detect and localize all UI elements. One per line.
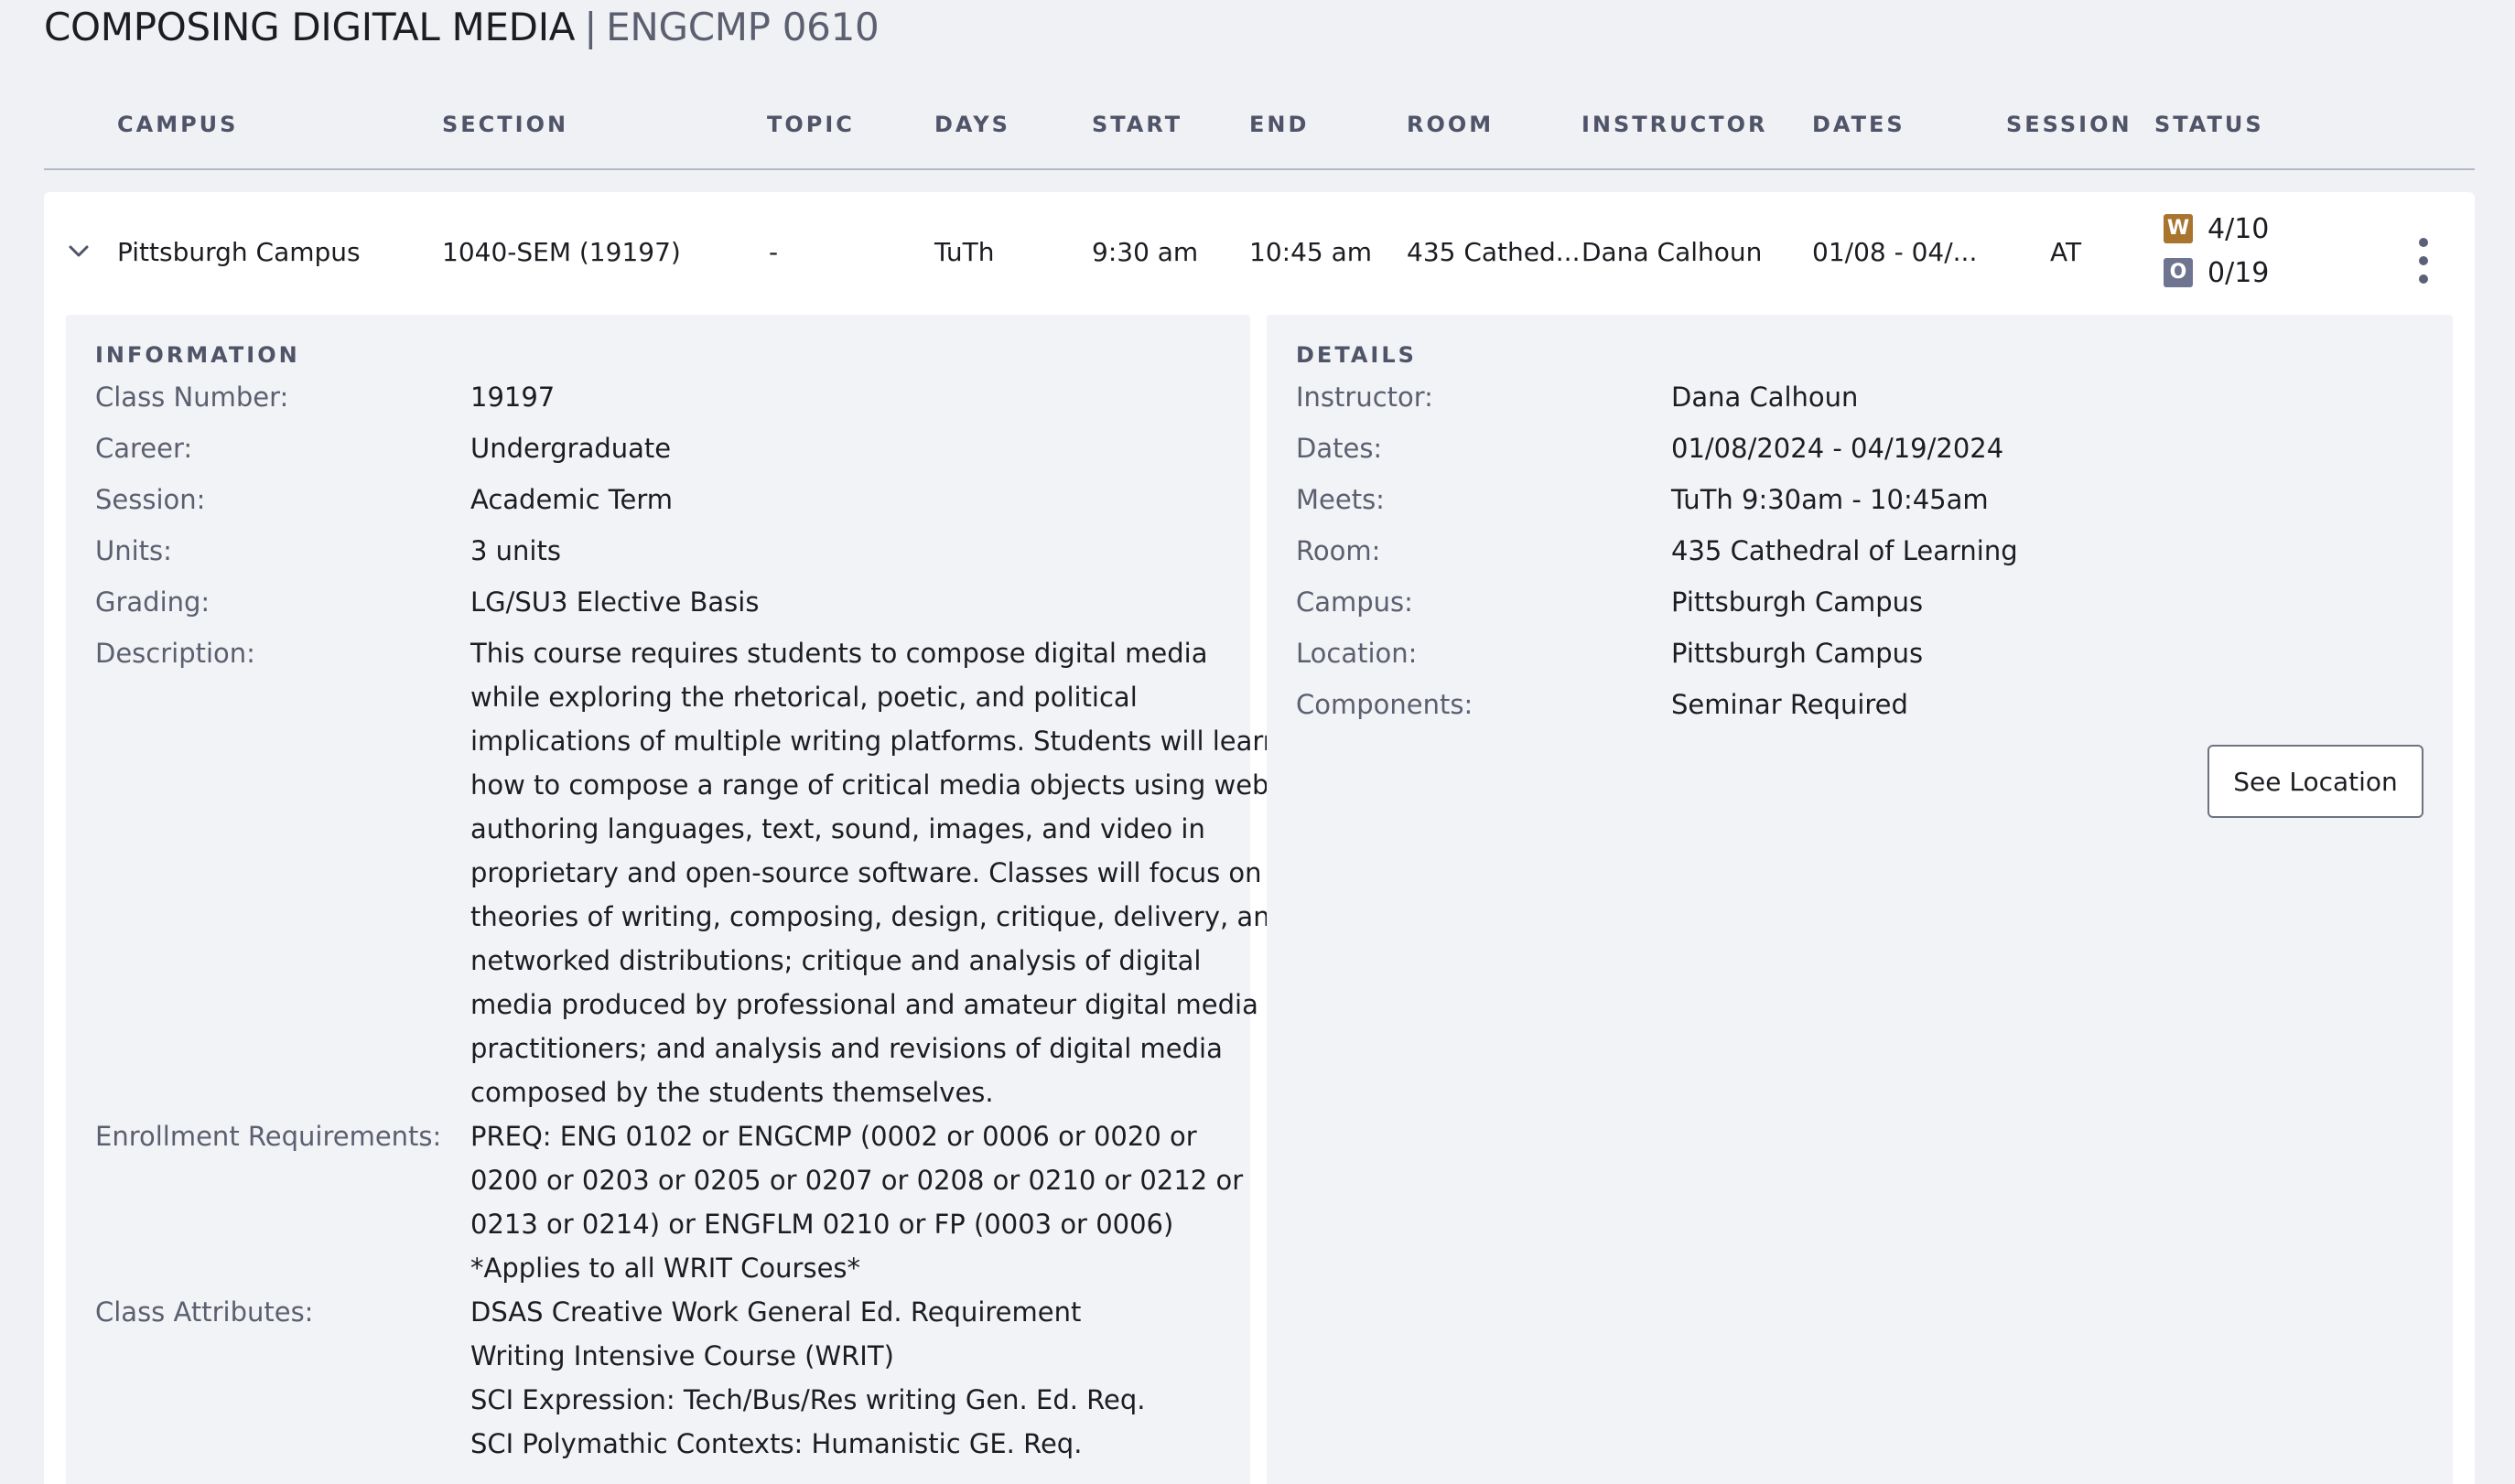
description-value: This course requires students to compose… (470, 631, 1287, 1114)
column-header-dates: DATES (1812, 112, 1905, 137)
class-attributes-value: DSAS Creative Work General Ed. Requireme… (470, 1290, 1230, 1466)
enrollment-line: PREQ: ENG 0102 or ENGCMP (0002 or 0006 o… (470, 1121, 1197, 1152)
column-header-section: SECTION (442, 112, 569, 137)
column-header-end: END (1249, 112, 1310, 137)
location-label: Location: (1296, 638, 1418, 669)
description-line: implications of multiple writing platfor… (470, 726, 1280, 757)
description-line: practitioners; and analysis and revision… (470, 1033, 1223, 1064)
waitlist-count: 4/10 (2207, 212, 2270, 245)
description-line: how to compose a range of critical media… (470, 769, 1279, 801)
title-separator: | (584, 5, 598, 49)
waitlist-status: W 4/10 (2164, 212, 2270, 245)
column-header-status: STATUS (2154, 112, 2264, 137)
campus-value: Pittsburgh Campus (1671, 586, 1924, 618)
column-header-campus: CAMPUS (117, 112, 239, 137)
row-session: AT (2050, 237, 2082, 267)
description-line: proprietary and open-source software. Cl… (470, 857, 1262, 888)
instructor-label: Instructor: (1296, 382, 1433, 413)
dates-label: Dates: (1296, 433, 1383, 464)
waitlist-badge: W (2164, 214, 2193, 243)
description-line: authoring languages, text, sound, images… (470, 813, 1205, 844)
enrollment-line: 0200 or 0203 or 0205 or 0207 or 0208 or … (470, 1165, 1244, 1196)
class-attribute: Writing Intensive Course (WRIT) (470, 1340, 894, 1371)
enrollment-requirements-label: Enrollment Requirements: (95, 1121, 442, 1152)
class-attribute: DSAS Creative Work General Ed. Requireme… (470, 1296, 1082, 1328)
components-label: Components: (1296, 689, 1473, 720)
units-label: Units: (95, 535, 172, 566)
components-value: Seminar Required (1671, 689, 1908, 720)
class-number-value: 19197 (470, 382, 556, 413)
grading-label: Grading: (95, 586, 210, 618)
course-code: ENGCMP 0610 (606, 5, 880, 49)
column-header-start: START (1092, 112, 1183, 137)
column-header-session: SESSION (2006, 112, 2132, 137)
column-header-instructor: INSTRUCTOR (1581, 112, 1768, 137)
header-divider (44, 168, 2475, 170)
row-section: 1040-SEM (19197) (442, 237, 681, 267)
course-title: COMPOSING DIGITAL MEDIA | ENGCMP 0610 (44, 2, 880, 53)
session-value: Academic Term (470, 484, 674, 515)
career-label: Career: (95, 433, 193, 464)
open-seats-status: O 0/19 (2164, 256, 2270, 289)
description-line: composed by the students themselves. (470, 1077, 994, 1108)
session-label: Session: (95, 484, 206, 515)
open-seats-badge: O (2164, 258, 2193, 287)
open-seats-count: 0/19 (2207, 256, 2270, 289)
location-value: Pittsburgh Campus (1671, 638, 1924, 669)
row-start: 9:30 am (1092, 237, 1199, 267)
room-value: 435 Cathedral of Learning (1671, 535, 2018, 566)
grading-value: LG/SU3 Elective Basis (470, 586, 760, 618)
description-line: theories of writing, composing, design, … (470, 901, 1287, 932)
information-title: INFORMATION (95, 342, 300, 368)
dates-value: 01/08/2024 - 04/19/2024 (1671, 433, 2004, 464)
column-headers: CAMPUS SECTION TOPIC DAYS START END ROOM… (44, 112, 2475, 152)
column-header-room: ROOM (1407, 112, 1495, 137)
row-end: 10:45 am (1249, 237, 1373, 267)
class-attributes-label: Class Attributes: (95, 1296, 314, 1328)
description-label: Description: (95, 638, 255, 669)
section-card: Pittsburgh Campus 1040-SEM (19197) - TuT… (44, 192, 2475, 1484)
enrollment-line: 0213 or 0214) or ENGFLM 0210 or FP (0003… (470, 1209, 1174, 1240)
description-line: while exploring the rhetorical, poetic, … (470, 682, 1138, 713)
column-header-topic: TOPIC (767, 112, 855, 137)
column-header-days: DAYS (934, 112, 1010, 137)
see-location-button[interactable]: See Location (2207, 745, 2423, 818)
instructor-value: Dana Calhoun (1671, 382, 1859, 413)
row-room: 435 Cathed... (1407, 237, 1581, 267)
campus-label: Campus: (1296, 586, 1413, 618)
row-days: TuTh (934, 237, 995, 267)
class-attribute: SCI Expression: Tech/Bus/Res writing Gen… (470, 1384, 1146, 1415)
row-topic: - (769, 237, 779, 267)
class-attribute: SCI Polymathic Contexts: Humanistic GE. … (470, 1428, 1083, 1459)
enrollment-line: *Applies to all WRIT Courses* (470, 1253, 861, 1284)
information-panel: INFORMATION Class Number: 19197 Career: … (66, 315, 1287, 1484)
career-value: Undergraduate (470, 433, 672, 464)
description-line: media produced by professional and amate… (470, 989, 1258, 1020)
units-value: 3 units (470, 535, 561, 566)
details-title: DETAILS (1296, 342, 1417, 368)
room-label: Room: (1296, 535, 1381, 566)
chevron-down-icon[interactable] (66, 238, 92, 263)
enrollment-requirements-value: PREQ: ENG 0102 or ENGCMP (0002 or 0006 o… (470, 1114, 1244, 1290)
description-line: This course requires students to compose… (470, 638, 1208, 669)
details-panel: DETAILS Instructor: Dana Calhoun Dates: … (1267, 315, 2453, 1484)
meets-label: Meets: (1296, 484, 1385, 515)
class-number-label: Class Number: (95, 382, 289, 413)
meets-value: TuTh 9:30am - 10:45am (1671, 484, 1989, 515)
row-campus: Pittsburgh Campus (117, 237, 361, 267)
course-name: COMPOSING DIGITAL MEDIA (44, 5, 576, 49)
row-dates: 01/08 - 04/... (1812, 237, 1978, 267)
description-line: networked distributions; critique and an… (470, 945, 1202, 976)
more-vertical-icon[interactable] (2407, 225, 2440, 284)
row-instructor: Dana Calhoun (1581, 237, 1763, 267)
class-search-results: COMPOSING DIGITAL MEDIA | ENGCMP 0610 CAMP… (0, 0, 2515, 1484)
